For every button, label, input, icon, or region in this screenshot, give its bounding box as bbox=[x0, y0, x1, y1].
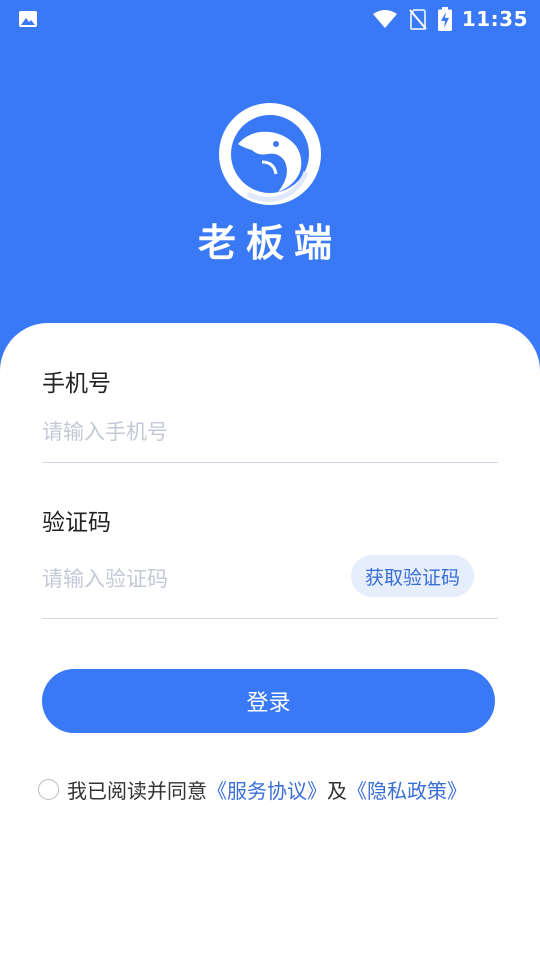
login-button[interactable]: 登录 bbox=[42, 669, 495, 733]
phone-label: 手机号 bbox=[42, 371, 111, 397]
agreement-connector: 及 bbox=[327, 778, 347, 803]
battery-charging-icon bbox=[437, 7, 452, 31]
status-time: 11:35 bbox=[461, 7, 528, 31]
image-icon bbox=[19, 11, 37, 27]
wifi-icon bbox=[372, 10, 397, 28]
app-title: 老板端 bbox=[197, 221, 342, 265]
status-bar: 11:35 bbox=[0, 0, 540, 38]
code-label: 验证码 bbox=[42, 510, 111, 536]
phone-divider bbox=[42, 462, 498, 463]
no-sim-icon bbox=[409, 9, 427, 30]
get-code-button[interactable]: 获取验证码 bbox=[351, 555, 474, 597]
agreement-prefix: 我已阅读并同意 bbox=[67, 778, 207, 803]
service-agreement-link[interactable]: 《服务协议》 bbox=[207, 775, 327, 804]
agreement-row: 我已阅读并同意 《服务协议》 及 《隐私政策》 bbox=[38, 774, 467, 804]
eagle-logo-icon bbox=[219, 103, 321, 205]
code-divider bbox=[42, 618, 498, 619]
privacy-policy-link[interactable]: 《隐私政策》 bbox=[347, 775, 467, 804]
code-input[interactable] bbox=[42, 562, 332, 596]
phone-input[interactable] bbox=[42, 415, 472, 449]
agreement-checkbox[interactable] bbox=[38, 778, 59, 800]
